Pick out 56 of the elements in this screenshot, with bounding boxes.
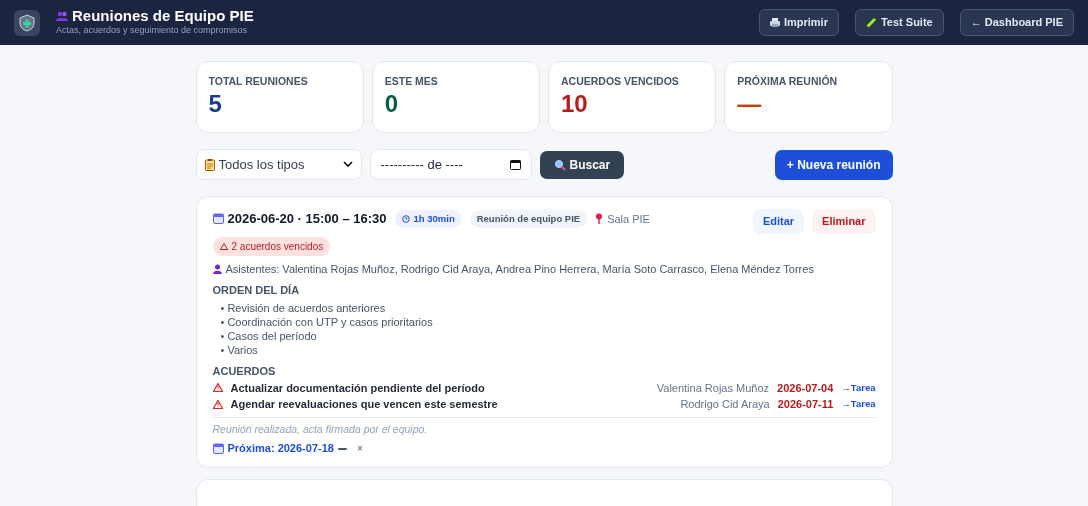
agenda-item: • Coordinación con UTP y casos prioritarios [220, 315, 434, 329]
next-meeting-date: Próxima: 2026-07-18 [227, 441, 334, 457]
delete-button[interactable]: Eliminar [812, 209, 876, 234]
header-button[interactable]: Imprimir [758, 9, 839, 36]
stat-value: — [737, 89, 763, 119]
meeting-location: Sala PIE [607, 211, 650, 227]
chevron-down-icon [342, 161, 353, 168]
meeting-note: Reunión realizada, acta firmada por el equipo. [212, 421, 429, 437]
printer-icon [769, 18, 780, 27]
calendar-icon [212, 213, 224, 225]
agreement-due-date: 2026-07-04 [777, 380, 834, 396]
agenda-item: • Casos del período [220, 329, 318, 343]
agreement-due-date: 2026-07-11 [777, 397, 834, 412]
task-link[interactable]: →Tarea [841, 397, 876, 412]
attendees-text: Asistentes: Valentina Rojas Muñoz, Rodrigo Cid Araya, Andrea Pino Herrera, María Soto Carrasco, Elena Méndez Torres [225, 261, 814, 276]
task-link[interactable]: →Tarea [841, 380, 876, 395]
remove-button[interactable]: × [354, 441, 365, 456]
agreement-owner: Rodrigo Cid Araya [680, 397, 770, 412]
new-meeting-button[interactable]: + Nueva reunión [774, 149, 893, 180]
date-field[interactable]: ---------- de ---- [369, 149, 532, 180]
person-icon [212, 263, 222, 274]
header-button[interactable]: Test Suite [854, 9, 944, 36]
calendar-icon [509, 159, 521, 170]
meeting-type-tag: Reunión de equipo PIE [469, 209, 588, 228]
header-button[interactable]: ← Dashboard PIE [959, 9, 1074, 36]
people-icon [56, 10, 68, 21]
agenda-item: • Revisión de acuerdos anteriores [220, 301, 387, 315]
section-heading: ACUERDOS [212, 364, 277, 379]
section-heading: ORDEN DEL DÍA [212, 282, 301, 298]
search-button[interactable]: Buscar [539, 150, 625, 179]
search-icon [553, 158, 566, 171]
stat-value: 0 [384, 89, 400, 119]
agreement-text: Agendar reevaluaciones que vencen este semestre [230, 397, 498, 412]
agreement-owner: Valentina Rojas Muñoz [656, 380, 770, 396]
stat-label: ACUERDOS VENCIDOS [561, 74, 680, 89]
stat-value: 10 [561, 89, 589, 119]
stat-label: PRÓXIMA REUNIÓN [737, 74, 839, 89]
app-logo [14, 9, 40, 36]
pin-icon [595, 213, 604, 225]
stat-value: 5 [208, 89, 223, 119]
overdue-tag: 2 acuerdos vencidos [212, 236, 331, 256]
agreement-text: Actualizar documentación pendiente del período [230, 380, 485, 396]
calendar-icon [212, 443, 224, 454]
meeting-datetime: 2026-06-20 · 15:00 – 16:30 [227, 210, 387, 228]
stat-label: ESTE MES [384, 74, 439, 89]
test-tube-icon [865, 17, 877, 28]
stat-label: TOTAL REUNIONES [208, 74, 309, 89]
timer-icon [401, 214, 410, 223]
edit-button[interactable]: Editar [752, 209, 805, 234]
page-subtitle: Actas, acuerdos y seguimiento de compromisos [56, 24, 249, 37]
warning-icon [219, 242, 228, 250]
duration-tag: 1h 30min [394, 209, 462, 228]
page-title: Reuniones de Equipo PIE [72, 7, 254, 24]
clipboard-icon [204, 158, 215, 171]
type-select[interactable]: Todos los tipos [195, 149, 362, 180]
agenda-item: • Varios [220, 343, 259, 357]
